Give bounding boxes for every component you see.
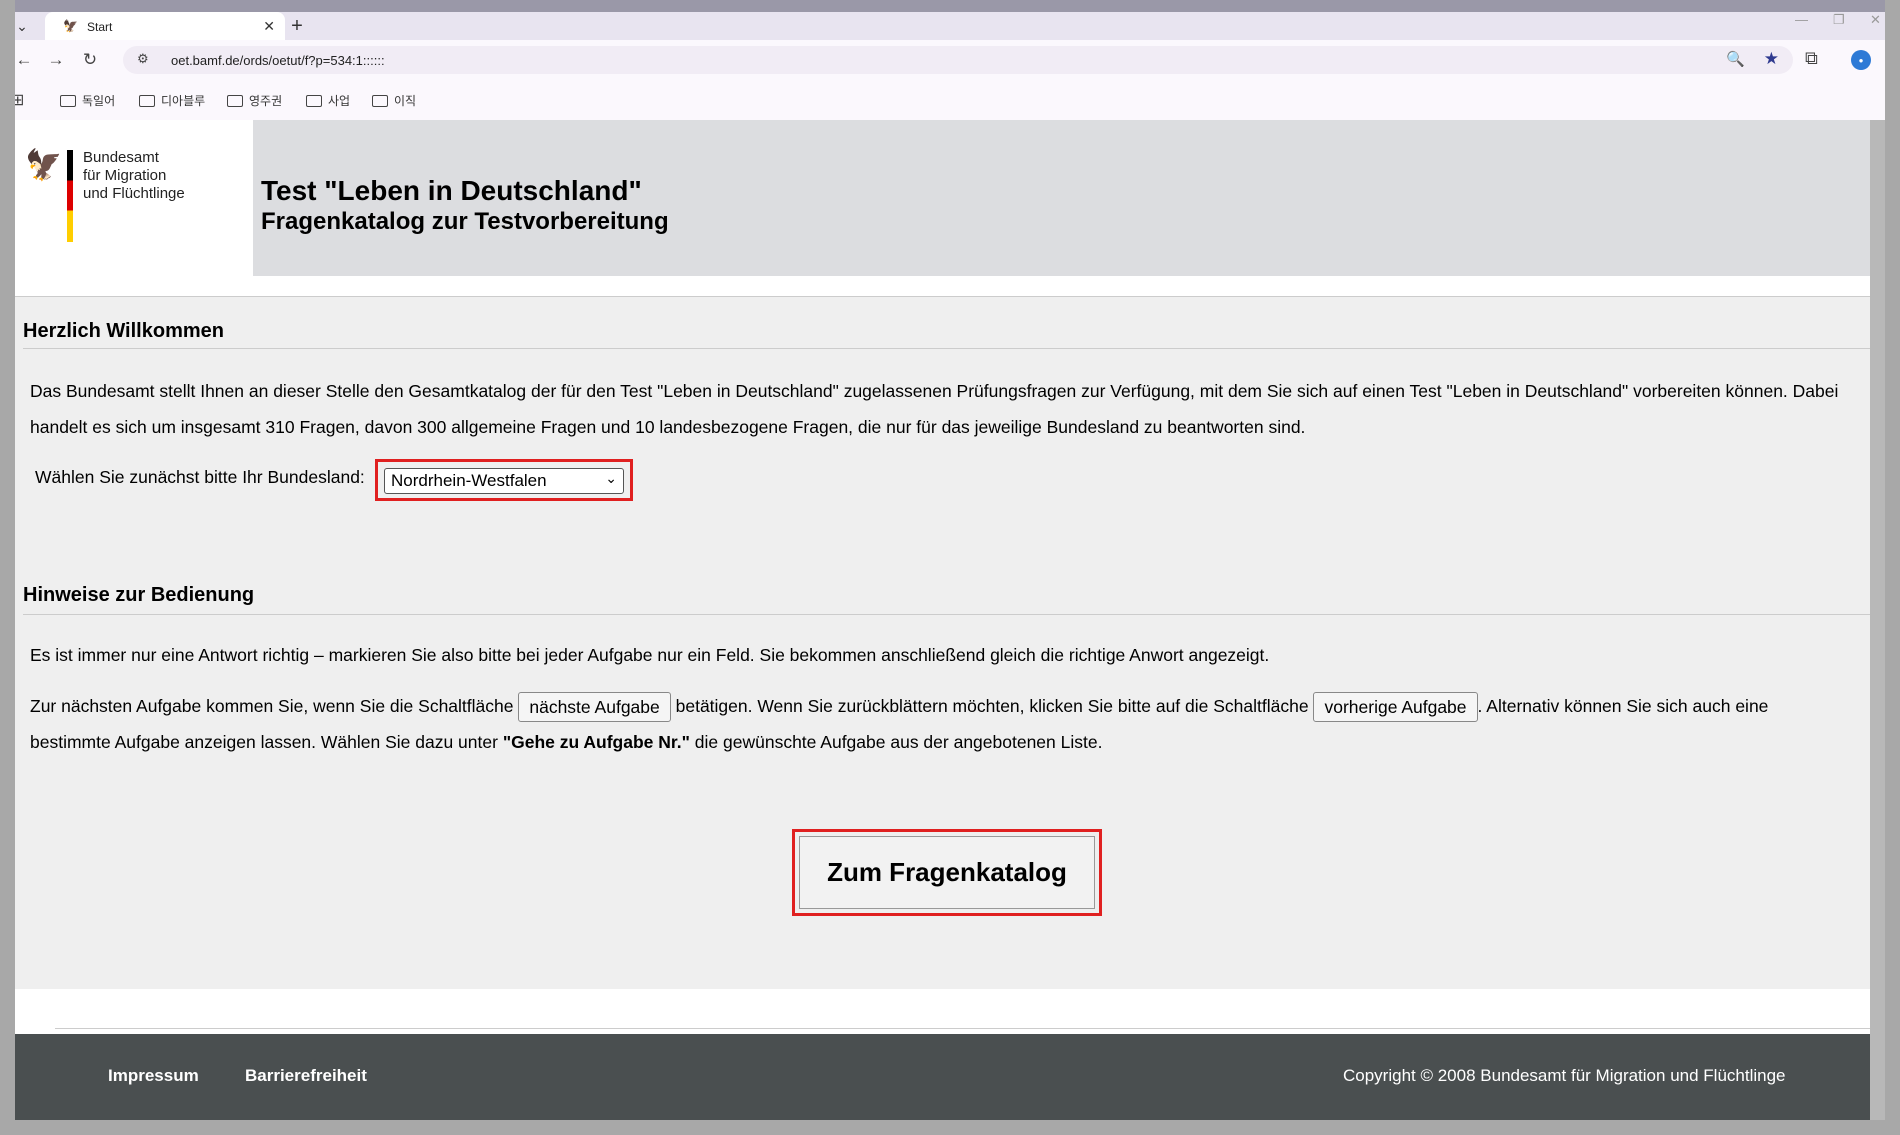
close-tab-icon[interactable]: ✕	[263, 18, 275, 35]
new-tab-icon[interactable]: +	[283, 12, 311, 40]
minimize-icon[interactable]: —	[1795, 12, 1808, 27]
folder-icon	[372, 94, 388, 107]
state-select-highlight: Nordrhein-Westfalen ⌄	[375, 459, 633, 501]
logo-line: und Flüchtlinge	[83, 185, 185, 202]
state-select-value: Nordrhein-Westfalen	[391, 471, 547, 490]
tab-start[interactable]: 🦅 Start ✕	[45, 12, 285, 40]
federal-eagle-icon: 🦅	[25, 149, 63, 182]
tab-search-icon[interactable]: ⌄	[15, 12, 33, 40]
hints-text: die gewünschte Aufgabe aus der angeboten…	[694, 732, 1103, 752]
copyright-text: Copyright © 2008 Bundesamt für Migration…	[1343, 1066, 1786, 1085]
zoom-icon[interactable]: 🔍	[1726, 50, 1745, 68]
apps-grid-icon[interactable]: ⊞	[15, 90, 24, 110]
close-window-icon[interactable]: ✕	[1870, 12, 1881, 28]
browser-toolbar: ← → ↻ ⚙ oet.bamf.de/ords/oetut/f?p=534:1…	[15, 40, 1885, 80]
back-icon[interactable]: ←	[15, 48, 36, 72]
hints-text: bestimmte Aufgabe anzeigen lassen. Wähle…	[30, 732, 498, 752]
state-select[interactable]: Nordrhein-Westfalen ⌄	[384, 468, 624, 494]
bookmark-star-icon[interactable]: ★	[1764, 49, 1779, 69]
page-title: Test "Leben in Deutschland"	[261, 175, 642, 206]
title-bar	[15, 0, 1885, 12]
hints-paragraph-1: Es ist immer nur eine Antwort richtig – …	[30, 645, 1270, 665]
main-content: Herzlich Willkommen Das Bundesamt stellt…	[15, 297, 1885, 989]
eagle-favicon-icon: 🦅	[63, 19, 78, 33]
hints-text: betätigen. Wenn Sie zurückblättern möcht…	[675, 696, 1309, 716]
hints-text: Zur nächsten Aufgabe kommen Sie, wenn Si…	[30, 696, 514, 716]
hints-text: . Alternativ können Sie sich auch eine	[1477, 696, 1769, 716]
barrierefreiheit-link[interactable]: Barrierefreiheit	[245, 1066, 367, 1086]
previous-task-button[interactable]: vorherige Aufgabe	[1313, 692, 1478, 723]
bookmark-folder-4[interactable]: 사업	[306, 92, 350, 109]
bookmark-label: 이직	[394, 94, 417, 108]
state-select-label: Wählen Sie zunächst bitte Ihr Bundesland…	[35, 467, 365, 487]
url-text[interactable]: oet.bamf.de/ords/oetut/f?p=534:1::::::	[171, 53, 385, 68]
zum-fragenkatalog-button[interactable]: Zum Fragenkatalog	[799, 836, 1095, 909]
folder-icon	[227, 94, 243, 107]
logo-line: Bundesamt	[83, 149, 159, 166]
window-edge	[1870, 120, 1885, 1120]
welcome-heading: Herzlich Willkommen	[23, 320, 224, 342]
footer: Impressum Barrierefreiheit Copyright © 2…	[15, 1034, 1885, 1120]
logo-area: 🦅 Bundesamt für Migration und Flüchtling…	[15, 120, 253, 276]
intro-line-2: handelt es sich um insgesamt 310 Fragen,…	[30, 417, 1306, 437]
folder-icon	[306, 94, 322, 107]
browser-window: ⌄ 🦅 Start ✕ + — ❐ ✕ ← → ↻ ⚙ oet.bamf.de/…	[15, 0, 1885, 1120]
tab-title: Start	[87, 20, 113, 34]
bookmark-folder-3[interactable]: 영주권	[227, 92, 282, 109]
restore-icon[interactable]: ❐	[1833, 12, 1845, 28]
forward-icon[interactable]: →	[44, 48, 68, 72]
hints-paragraph-3: bestimmte Aufgabe anzeigen lassen. Wähle…	[30, 724, 1885, 760]
goto-task-label: "Gehe zu Aufgabe Nr."	[502, 732, 690, 752]
page-content: 🦅 Bundesamt für Migration und Flüchtling…	[15, 120, 1885, 1120]
bookmark-label: 디아블루	[161, 94, 206, 108]
footer-divider	[55, 1028, 1885, 1029]
folder-icon	[139, 94, 155, 107]
bookmark-label: 영주권	[249, 94, 283, 108]
bookmark-label: 사업	[328, 94, 351, 108]
bamf-logo-text: Bundesamt für Migration und Flüchtlinge	[83, 149, 185, 203]
logo-line: für Migration	[83, 167, 167, 184]
address-bar[interactable]: ⚙ oet.bamf.de/ords/oetut/f?p=534:1::::::…	[123, 46, 1793, 74]
cta-highlight: Zum Fragenkatalog	[792, 829, 1102, 916]
impressum-link[interactable]: Impressum	[108, 1066, 199, 1086]
bookmark-folder-5[interactable]: 이직	[372, 92, 416, 109]
profile-avatar[interactable]: ●	[1851, 50, 1871, 70]
bookmarks-bar: ⊞ 독일어 디아블루 영주권 사업 이직	[15, 80, 1885, 121]
hints-heading: Hinweise zur Bedienung	[23, 584, 255, 606]
folder-icon	[60, 94, 76, 107]
tab-strip: ⌄ 🦅 Start ✕ + — ❐ ✕	[15, 0, 1885, 40]
site-info-icon[interactable]: ⚙	[137, 51, 149, 67]
hints-paragraph-2: Zur nächsten Aufgabe kommen Sie, wenn Si…	[30, 688, 1885, 724]
chevron-down-icon: ⌄	[605, 470, 617, 486]
next-task-button[interactable]: nächste Aufgabe	[518, 692, 671, 723]
german-flag-stripe	[67, 150, 73, 242]
section-divider	[23, 348, 1885, 349]
extensions-icon[interactable]: ⧉	[1805, 48, 1818, 69]
bookmark-folder-2[interactable]: 디아블루	[139, 92, 205, 109]
page-subtitle: Fragenkatalog zur Testvorbereitung	[261, 208, 669, 235]
intro-line-1: Das Bundesamt stellt Ihnen an dieser Ste…	[30, 381, 1839, 401]
section-divider	[23, 614, 1885, 615]
bookmark-folder-1[interactable]: 독일어	[60, 92, 115, 109]
bookmark-label: 독일어	[82, 94, 116, 108]
reload-icon[interactable]: ↻	[78, 48, 102, 72]
